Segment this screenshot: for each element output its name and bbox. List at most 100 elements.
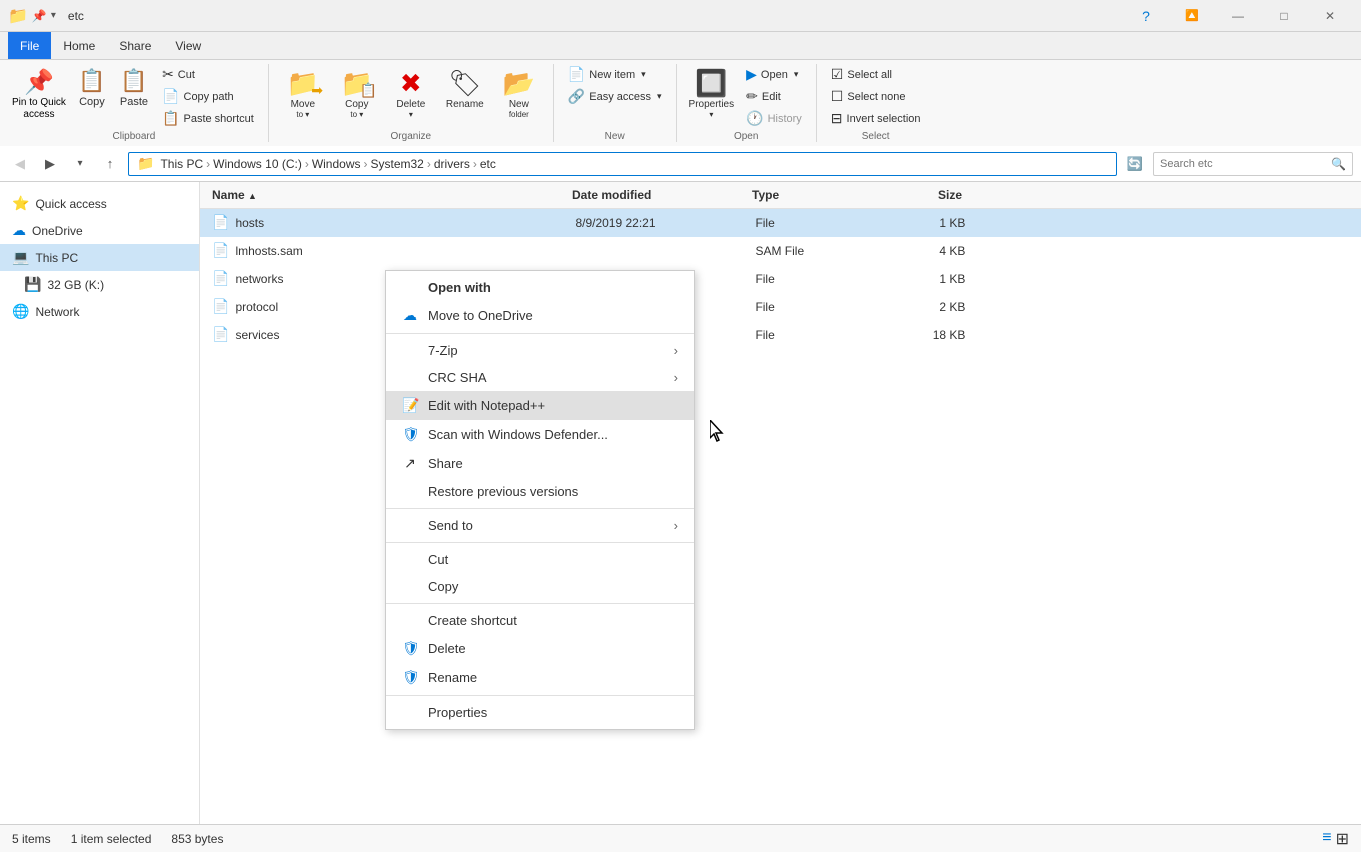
ctx-delete-icon: 🛡 [402, 640, 418, 657]
help-btn[interactable]: ? [1123, 0, 1169, 32]
open-label: Open [734, 129, 758, 142]
ctx-divider-5 [386, 695, 694, 696]
copy-btn[interactable]: 📋 Copy [72, 64, 112, 114]
ctx-7zip[interactable]: 7-Zip › [386, 337, 694, 364]
ctx-rename[interactable]: 🛡 Rename [386, 663, 694, 692]
file-row-services[interactable]: 📄 services File 18 KB [200, 321, 1361, 349]
ctx-share[interactable]: ↗ Share [386, 449, 694, 478]
tab-view[interactable]: View [163, 32, 213, 59]
clipboard-label: Clipboard [113, 129, 156, 142]
back-btn[interactable]: ◀ [8, 152, 32, 176]
sidebar-item-this-pc[interactable]: 💻 This PC [0, 244, 199, 271]
ctx-notepadpp[interactable]: 📝 Edit with Notepad++ [386, 391, 694, 420]
up-btn[interactable]: ↑ [98, 152, 122, 176]
rename-btn[interactable]: 🏷 Rename [439, 64, 491, 114]
ctx-move-onedrive[interactable]: ☁ Move to OneDrive [386, 301, 694, 330]
path-segment-pc[interactable]: This PC [160, 157, 203, 171]
file-row-networks[interactable]: 📄 networks File 1 KB [200, 265, 1361, 293]
organize-label: Organize [391, 129, 432, 142]
recent-locations-btn[interactable]: ▾ [68, 152, 92, 176]
ctx-send-to[interactable]: Send to › [386, 512, 694, 539]
ctx-cut[interactable]: Cut [386, 546, 694, 573]
pin-to-quick-access-btn[interactable]: 📌 Pin to Quickaccess [8, 64, 70, 125]
invert-selection-btn[interactable]: ⊟ Invert selection [825, 108, 927, 129]
paste-shortcut-btn[interactable]: 📋 Paste shortcut [156, 108, 260, 129]
edit-btn[interactable]: ✏ Edit [740, 86, 808, 107]
easy-access-btn[interactable]: 🔗 Easy access ▾ [562, 86, 668, 107]
sidebar-item-network[interactable]: 🌐 Network [0, 298, 199, 325]
cut-btn[interactable]: ✂ Cut [156, 64, 260, 85]
ctx-defender[interactable]: 🛡 Scan with Windows Defender... [386, 420, 694, 449]
ctx-open-with[interactable]: Open with [386, 274, 694, 301]
new-item-btn[interactable]: 📄 New item ▾ [562, 64, 668, 85]
sidebar-item-quick-access[interactable]: ⭐ Quick access [0, 190, 199, 217]
copy-to-btn[interactable]: 📁 📋 Copy to ▾ [331, 64, 383, 123]
maximize-btn[interactable]: □ [1261, 0, 1307, 32]
forward-btn[interactable]: ▶ [38, 152, 62, 176]
address-path[interactable]: 📁 This PC › Windows 10 (C:) › Windows › … [128, 152, 1117, 176]
tab-file[interactable]: File [8, 32, 51, 59]
title-pin-icon[interactable]: 📌 [32, 9, 47, 23]
ctx-restore-versions[interactable]: Restore previous versions [386, 478, 694, 505]
refresh-btn[interactable]: 🔄 [1123, 152, 1147, 176]
file-name-lmhosts: lmhosts.sam [235, 244, 575, 258]
file-type-networks: File [755, 272, 885, 286]
quick-access-icon[interactable]: 📁 [8, 6, 28, 26]
sidebar-item-onedrive[interactable]: ☁ OneDrive [0, 217, 199, 244]
easy-access-icon: 🔗 [568, 88, 585, 105]
col-header-size[interactable]: Size [882, 188, 962, 202]
title-arrow-icon[interactable]: ▾ [51, 10, 56, 21]
select-none-btn[interactable]: ☐ Select none [825, 86, 927, 107]
search-bar[interactable]: 🔍 [1153, 152, 1353, 176]
open-btn[interactable]: ▶ Open ▾ [740, 64, 808, 85]
collapse-ribbon-btn[interactable]: 🔼 [1169, 0, 1215, 32]
path-segment-system32[interactable]: System32 [371, 157, 424, 171]
move-to-btn[interactable]: 📁 ➡ Move to ▾ [277, 64, 329, 123]
ctx-properties[interactable]: Properties [386, 699, 694, 726]
select-all-btn[interactable]: ☑ Select all [825, 64, 927, 85]
view-details-icon[interactable]: ≡ [1322, 829, 1331, 849]
status-size: 853 bytes [171, 832, 223, 846]
file-list-header: Name ▲ Date modified Type Size [200, 182, 1361, 209]
quick-access-star-icon: ⭐ [12, 195, 29, 212]
file-size-networks: 1 KB [885, 272, 965, 286]
file-row-lmhosts[interactable]: 📄 lmhosts.sam SAM File 4 KB [200, 237, 1361, 265]
col-header-date[interactable]: Date modified [572, 188, 752, 202]
window-title: etc [64, 9, 1123, 23]
ctx-divider-3 [386, 542, 694, 543]
sidebar-item-32gb[interactable]: 💾 32 GB (K:) [0, 271, 199, 298]
ribbon-group-open: 🔲 Properties ▾ ▶ Open ▾ ✏ Edit 🕐 History [677, 64, 817, 142]
search-input[interactable] [1160, 158, 1327, 170]
new-folder-btn[interactable]: 📂 New folder [493, 64, 545, 123]
properties-btn[interactable]: 🔲 Properties ▾ [685, 64, 739, 123]
ctx-crc-sha[interactable]: CRC SHA › [386, 364, 694, 391]
ctx-divider-1 [386, 333, 694, 334]
close-btn[interactable]: ✕ [1307, 0, 1353, 32]
file-row-hosts[interactable]: 📄 hosts 8/9/2019 22:21 File 1 KB [200, 209, 1361, 237]
view-tiles-icon[interactable]: ⊞ [1336, 829, 1349, 849]
history-btn[interactable]: 🕐 History [740, 108, 808, 129]
network-icon: 🌐 [12, 303, 29, 320]
copy-path-btn[interactable]: 📄 Copy path [156, 86, 260, 107]
path-segment-windows[interactable]: Windows [312, 157, 361, 171]
path-segment-drivers[interactable]: drivers [434, 157, 470, 171]
open-small-col: ▶ Open ▾ ✏ Edit 🕐 History [740, 64, 808, 129]
tab-share[interactable]: Share [107, 32, 163, 59]
ctx-delete[interactable]: 🛡 Delete [386, 634, 694, 663]
ctx-copy[interactable]: Copy [386, 573, 694, 600]
ctx-defender-icon: 🛡 [402, 426, 418, 443]
tab-home[interactable]: Home [51, 32, 107, 59]
select-all-icon: ☑ [831, 66, 844, 83]
ctx-create-shortcut[interactable]: Create shortcut [386, 607, 694, 634]
minimize-btn[interactable]: — [1215, 0, 1261, 32]
col-header-type[interactable]: Type [752, 188, 882, 202]
paste-btn[interactable]: 📋 Paste [114, 64, 154, 114]
col-header-name[interactable]: Name ▲ [212, 188, 572, 202]
ctx-crc-arrow: › [674, 370, 678, 385]
path-segment-etc[interactable]: etc [480, 157, 496, 171]
status-count: 5 items [12, 832, 51, 846]
file-row-protocol[interactable]: 📄 protocol File 2 KB [200, 293, 1361, 321]
delete-btn[interactable]: ✖ Delete ▾ [385, 64, 437, 123]
path-segment-c[interactable]: Windows 10 (C:) [213, 157, 302, 171]
ctx-sendto-arrow: › [674, 518, 678, 533]
